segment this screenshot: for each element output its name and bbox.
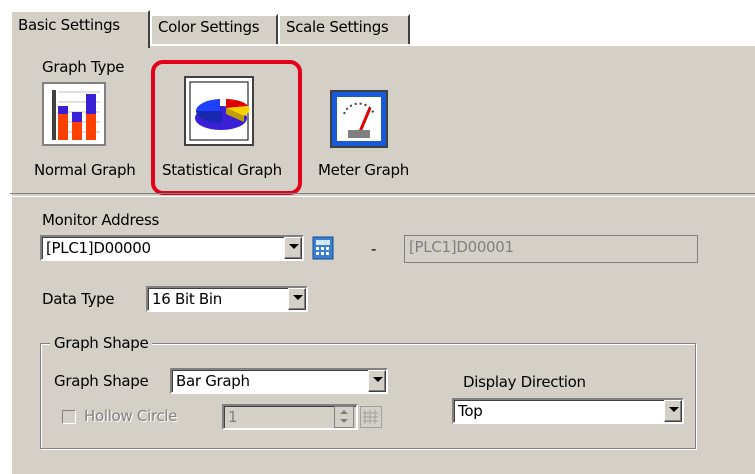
grid-icon	[363, 410, 378, 424]
hollow-circle-label: Hollow Circle	[84, 407, 178, 425]
calculator-icon	[312, 236, 334, 260]
display-direction-select[interactable]: Top	[452, 398, 684, 424]
monitor-address-value: [PLC1]D00000	[46, 239, 151, 257]
tab-label: Color Settings	[158, 18, 260, 36]
tab-label: Basic Settings	[18, 16, 120, 34]
tab-basic-settings[interactable]: Basic Settings	[10, 10, 150, 48]
display-direction-value: Top	[458, 402, 483, 420]
monitor-address-end-value: [PLC1]D00001	[409, 238, 514, 256]
meter-graph-label: Meter Graph	[318, 161, 409, 179]
tab-scale-settings[interactable]: Scale Settings	[278, 14, 410, 44]
data-type-label: Data Type	[42, 290, 115, 308]
monitor-address-dropdown-button[interactable]	[284, 237, 302, 259]
graph-shape-group-title: Graph Shape	[50, 334, 153, 352]
graph-shape-value: Bar Graph	[176, 372, 250, 390]
display-direction-dropdown-button[interactable]	[664, 400, 682, 422]
monitor-address-field[interactable]: [PLC1]D00000	[40, 235, 304, 261]
spinner-down-icon	[340, 419, 348, 423]
hollow-circle-checkbox[interactable]	[62, 410, 76, 424]
tab-color-settings[interactable]: Color Settings	[150, 14, 278, 44]
hollow-circle-spinner	[334, 406, 354, 428]
graph-shape-select[interactable]: Bar Graph	[170, 368, 388, 394]
selection-highlight	[151, 60, 302, 195]
monitor-address-end-field: [PLC1]D00001	[404, 235, 698, 263]
address-input-button[interactable]	[310, 235, 336, 261]
separator	[10, 193, 755, 197]
bar-chart-icon	[44, 84, 104, 144]
graph-shape-dropdown-button[interactable]	[368, 370, 386, 392]
spinner-up-icon	[340, 410, 348, 414]
graph-type-label: Graph Type	[42, 58, 125, 76]
data-type-dropdown-button[interactable]	[288, 288, 306, 310]
normal-graph-label: Normal Graph	[34, 161, 136, 179]
hollow-circle-keypad-button	[360, 406, 382, 428]
hollow-circle-value: 1	[228, 408, 238, 426]
graph-shape-label: Graph Shape	[54, 372, 149, 390]
meter-graph-button[interactable]	[330, 90, 388, 148]
data-type-value: 16 Bit Bin	[152, 290, 222, 308]
data-type-select[interactable]: 16 Bit Bin	[146, 286, 308, 312]
graph-shape-group	[40, 343, 696, 449]
tab-label: Scale Settings	[286, 18, 389, 36]
meter-gauge-icon	[332, 92, 386, 146]
normal-graph-button[interactable]	[42, 82, 106, 146]
display-direction-label: Display Direction	[463, 373, 586, 391]
monitor-address-label: Monitor Address	[42, 211, 160, 229]
address-range-separator: -	[371, 240, 377, 258]
